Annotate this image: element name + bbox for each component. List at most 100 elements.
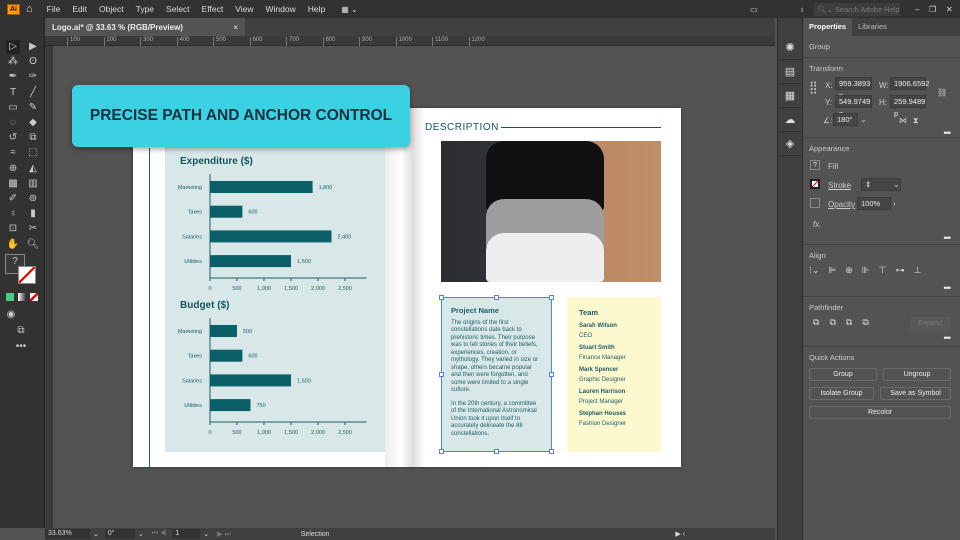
align-bottom-icon[interactable]: ⊥ bbox=[913, 265, 921, 276]
workspace-switcher[interactable]: ▦ ⌄ bbox=[341, 5, 357, 14]
zoom-field[interactable]: 33.63% bbox=[45, 529, 90, 539]
menu-effect[interactable]: Effect bbox=[196, 4, 230, 14]
perspective-tool-icon[interactable]: ◭ bbox=[26, 162, 40, 176]
shape-builder-tool-icon[interactable]: ⊕ bbox=[6, 162, 20, 176]
selection-handle[interactable] bbox=[549, 449, 554, 454]
next-artboard-icon[interactable]: ▶ ⏭ bbox=[217, 530, 231, 539]
group-button[interactable]: Group bbox=[809, 368, 877, 381]
opacity-field[interactable]: 100% bbox=[857, 197, 891, 210]
magic-wand-tool-icon[interactable]: ⁂ bbox=[6, 55, 20, 69]
artboard-tool-icon[interactable]: ⊡ bbox=[6, 222, 20, 236]
rotation-field[interactable]: 0° bbox=[104, 529, 135, 539]
type-tool-icon[interactable]: T bbox=[6, 86, 20, 100]
eyedropper-tool-icon[interactable]: ✐ bbox=[6, 192, 20, 206]
constrain-proportions-icon[interactable]: ⛓ bbox=[937, 88, 947, 97]
document-tab[interactable]: Logo.ai* @ 33.63 % (RGB/Preview) × bbox=[45, 18, 245, 36]
stroke-color-swatch[interactable] bbox=[18, 266, 36, 284]
artboard-field[interactable]: 1 bbox=[172, 529, 201, 539]
y-field[interactable]: 549.9749 p bbox=[835, 95, 872, 118]
zoom-tool-icon[interactable]: 🔍︎ bbox=[26, 238, 40, 252]
menu-object[interactable]: Object bbox=[93, 4, 130, 14]
minus-front-icon[interactable]: ⧉ bbox=[829, 317, 835, 328]
rectangle-tool-icon[interactable]: ▭ bbox=[6, 101, 20, 115]
flip-vertical-icon[interactable]: ⧗ bbox=[913, 116, 919, 126]
pen-tool-icon[interactable]: ✒ bbox=[6, 70, 20, 84]
exclude-icon[interactable]: ⧉ bbox=[862, 317, 868, 328]
none-mode-button[interactable] bbox=[30, 293, 38, 301]
fx-button[interactable]: fx. bbox=[813, 220, 821, 229]
selection-handle[interactable] bbox=[439, 295, 444, 300]
selection-handle[interactable] bbox=[549, 295, 554, 300]
symbol-sprayer-tool-icon[interactable]: ♁ bbox=[6, 207, 20, 221]
gradient-icon[interactable]: ▤ bbox=[778, 60, 802, 84]
menu-help[interactable]: Help bbox=[302, 4, 331, 14]
layers-icon[interactable]: ◈ bbox=[778, 132, 802, 156]
slice-tool-icon[interactable]: ✂ bbox=[26, 222, 40, 236]
more-tools-icon[interactable]: ••• bbox=[14, 340, 28, 354]
align-left-icon[interactable]: ⊫ bbox=[828, 265, 836, 276]
gradient-mode-button[interactable] bbox=[18, 293, 26, 301]
hand-tool-icon[interactable]: ✋ bbox=[6, 238, 20, 252]
draw-mode-icon[interactable]: ◉ bbox=[4, 308, 18, 322]
menu-select[interactable]: Select bbox=[160, 4, 196, 14]
rotation-dropdown[interactable]: ⌄ bbox=[138, 530, 144, 538]
selection-handle[interactable] bbox=[439, 449, 444, 454]
unite-icon[interactable]: ⧉ bbox=[813, 317, 819, 328]
color-icon[interactable]: ✺ bbox=[778, 36, 802, 60]
save-as-symbol-button[interactable]: Save as Symbol bbox=[880, 387, 951, 400]
curvature-tool-icon[interactable]: ✑ bbox=[26, 70, 40, 84]
align-to-icon[interactable]: ⁝⌄ bbox=[809, 265, 819, 276]
scale-tool-icon[interactable]: ⧉ bbox=[26, 131, 40, 145]
menu-view[interactable]: View bbox=[229, 4, 259, 14]
fill-swatch[interactable]: ? bbox=[810, 160, 820, 170]
color-mode-button[interactable] bbox=[6, 293, 14, 301]
minimize-button[interactable]: – bbox=[915, 5, 919, 14]
swatches-icon[interactable]: ▦ bbox=[778, 84, 802, 108]
tab-libraries[interactable]: Libraries bbox=[852, 18, 893, 36]
tshirts-photo[interactable] bbox=[441, 141, 661, 282]
more-options-icon[interactable]: ••• bbox=[944, 283, 952, 293]
opacity-arrow[interactable]: › bbox=[893, 199, 896, 208]
team-box[interactable]: Team Sarah Wilson CEO Stuart Smith Finance … bbox=[567, 297, 661, 452]
panel-icon[interactable]: ▭ bbox=[750, 5, 758, 14]
more-options-icon[interactable]: ••• bbox=[944, 333, 952, 343]
project-text-box[interactable]: Project Name The origins of the first co… bbox=[439, 295, 554, 454]
lightbulb-icon[interactable]: ♁ bbox=[799, 5, 805, 14]
blend-tool-icon[interactable]: ⊚ bbox=[26, 192, 40, 206]
flip-horizontal-icon[interactable]: ⋈ bbox=[899, 116, 907, 125]
align-right-icon[interactable]: ⊪ bbox=[862, 265, 870, 276]
selection-tool-icon[interactable]: ▷ bbox=[6, 40, 20, 54]
selection-handle[interactable] bbox=[439, 372, 444, 377]
prev-artboard-icon[interactable]: ⏮ ◀ bbox=[152, 530, 167, 538]
line-tool-icon[interactable]: ╱ bbox=[26, 86, 40, 100]
selection-handle[interactable] bbox=[494, 449, 499, 454]
menu-file[interactable]: File bbox=[41, 4, 67, 14]
expand-button[interactable]: Expand bbox=[910, 317, 950, 330]
shaper-tool-icon[interactable]: ◌ bbox=[6, 116, 20, 130]
tab-properties[interactable]: Properties bbox=[803, 18, 853, 36]
selection-handle[interactable] bbox=[549, 372, 554, 377]
close-window-button[interactable]: ✕ bbox=[946, 5, 953, 14]
intersect-icon[interactable]: ⧉ bbox=[846, 317, 852, 328]
stroke-dropdown[interactable]: ⌄ bbox=[893, 180, 900, 189]
gradient-tool-icon[interactable]: ▥ bbox=[26, 177, 40, 191]
mesh-tool-icon[interactable]: ▩ bbox=[6, 177, 20, 191]
color-palette-icon[interactable]: ☁ bbox=[778, 108, 802, 132]
isolate-group-button[interactable]: Isolate Group bbox=[809, 387, 874, 400]
status-menu-icon[interactable]: ▶ ‹ bbox=[675, 530, 685, 538]
stroke-label[interactable]: Stroke bbox=[828, 181, 851, 190]
menu-edit[interactable]: Edit bbox=[66, 4, 93, 14]
zoom-dropdown[interactable]: ⌄ bbox=[93, 530, 99, 538]
angle-dropdown[interactable]: ⌄ bbox=[860, 115, 867, 124]
search-help-input[interactable]: 🔍︎⌄ Search Adobe Help bbox=[814, 2, 900, 16]
screen-mode-icon[interactable]: ⧉ bbox=[14, 324, 28, 338]
menu-type[interactable]: Type bbox=[130, 4, 160, 14]
direct-selection-tool-icon[interactable]: ▶ bbox=[26, 40, 40, 54]
more-options-icon[interactable]: ••• bbox=[944, 128, 952, 138]
more-options-icon[interactable]: ••• bbox=[944, 233, 952, 243]
reference-point-icon[interactable]: ⣿ bbox=[809, 80, 818, 94]
close-tab-icon[interactable]: × bbox=[233, 23, 238, 32]
align-top-icon[interactable]: ⊤ bbox=[879, 265, 887, 276]
artboard-spread[interactable]: Expenditure ($) Marketing 1,800 Taxes 600 Sal… bbox=[133, 108, 681, 468]
restore-button[interactable]: ❐ bbox=[929, 5, 936, 14]
